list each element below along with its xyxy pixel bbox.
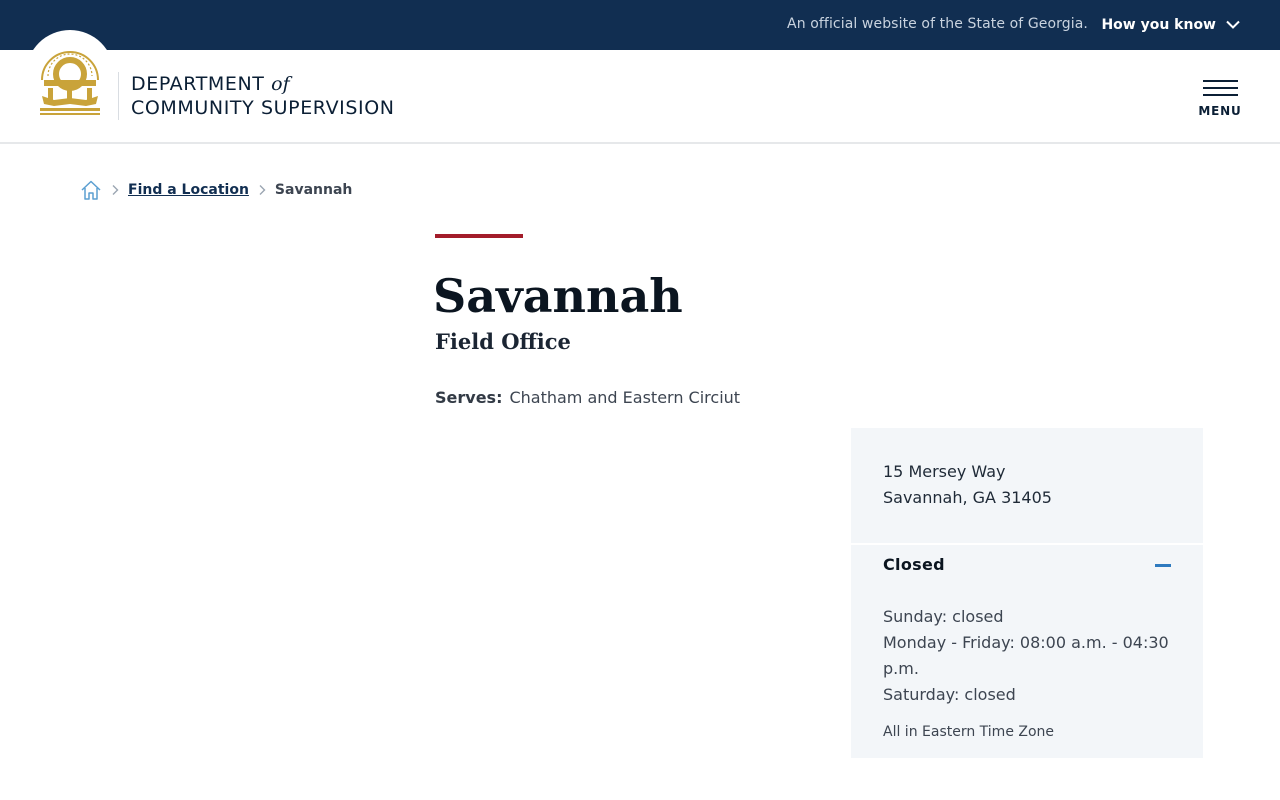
office-hours: Sunday: closed Monday - Friday: 08:00 a.…: [883, 604, 1183, 708]
georgia-seal-icon: [40, 51, 100, 115]
serves-info: Serves: Chatham and Eastern Circiut: [435, 387, 740, 409]
timezone-note: All in Eastern Time Zone: [883, 724, 1055, 740]
breadcrumb-link-find-a-location[interactable]: Find a Location: [128, 182, 249, 198]
location-card: 15 Mersey Way Savannah, GA 31405 Closed …: [851, 428, 1203, 758]
breadcrumb-current: Savannah: [274, 182, 353, 198]
page-title: Savannah: [433, 269, 683, 323]
hours-toggle[interactable]: Closed: [851, 545, 1203, 591]
chevron-right-icon: [111, 184, 119, 196]
hours-row: Monday - Friday: 08:00 a.m. - 04:30 p.m.: [883, 633, 1169, 678]
title-accent-line: [435, 234, 523, 238]
office-status: Closed: [883, 555, 945, 574]
site-logo-link[interactable]: [26, 30, 114, 118]
agency-name-of: of: [271, 73, 290, 95]
breadcrumb: Find a Location Savannah: [80, 178, 352, 202]
menu-label: MENU: [1198, 104, 1242, 118]
agency-name-line2: COMMUNITY SUPERVISION: [131, 97, 395, 119]
serves-value: Chatham and Eastern Circiut: [509, 388, 741, 407]
address-line2: Savannah, GA 31405: [883, 488, 1052, 507]
chevron-down-icon: [1226, 17, 1240, 33]
address-line1: 15 Mersey Way: [883, 462, 1006, 481]
hours-row: Saturday: closed: [883, 685, 1016, 704]
official-banner: An official website of the State of Geor…: [0, 0, 1280, 50]
minus-icon: [1155, 564, 1171, 567]
agency-name[interactable]: DEPARTMENT of COMMUNITY SUPERVISION: [131, 72, 395, 120]
page-subtitle: Field Office: [435, 329, 571, 354]
official-site-text: An official website of the State of Geor…: [787, 16, 1088, 32]
menu-button[interactable]: MENU: [1196, 78, 1244, 122]
agency-name-line1: DEPARTMENT: [131, 73, 265, 95]
office-address: 15 Mersey Way Savannah, GA 31405: [883, 459, 1052, 511]
home-icon[interactable]: [80, 179, 102, 201]
chevron-right-icon: [258, 184, 266, 196]
hours-row: Sunday: closed: [883, 607, 1004, 626]
how-you-know-button[interactable]: How you know: [1101, 14, 1240, 36]
serves-label: Serves:: [435, 388, 503, 407]
how-you-know-label: How you know: [1101, 17, 1216, 33]
logo-divider: [118, 72, 119, 120]
